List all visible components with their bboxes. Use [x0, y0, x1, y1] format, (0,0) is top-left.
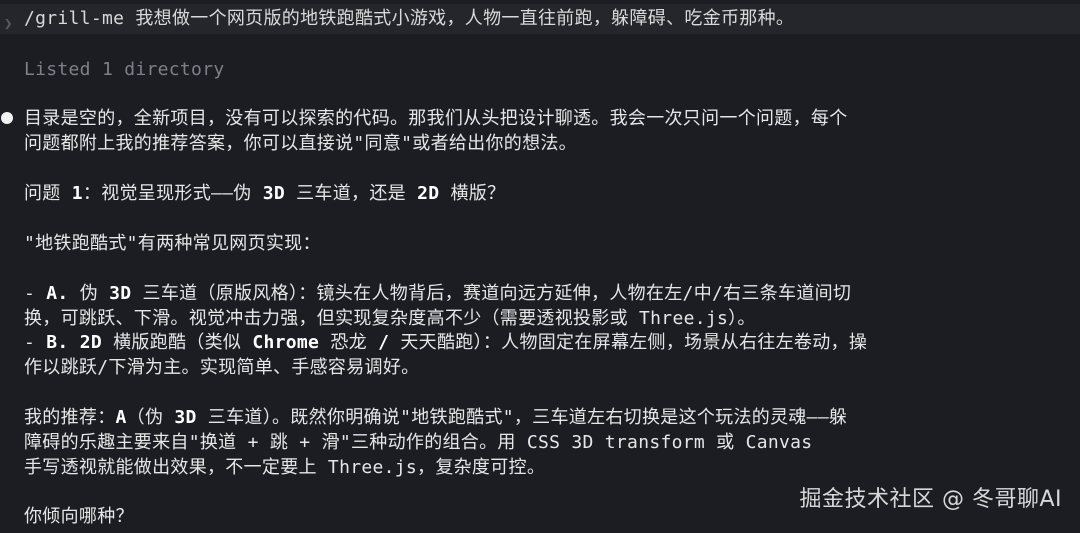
prompt-chevron-icon: ❯: [4, 16, 13, 32]
closing-question: 你倾向哪种？: [24, 506, 134, 527]
recommendation-line-1: 我的推荐：A（伪 3D 三车道）。既然你明确说"地铁跑酷式"，三车道左右切换是这…: [24, 407, 848, 428]
terminal-window: ❯ /grill-me 我想做一个网页版的地铁跑酷式小游戏，人物一直往前跑，躲障…: [0, 0, 1080, 533]
option-b-line-2: 作以跳跃/下滑为主。实现简单、手感容易调好。: [24, 357, 420, 378]
recommendation-line-2: 障碍的乐趣主要来自"换道 + 跳 + 滑"三种动作的组合。用 CSS 3D tr…: [24, 432, 813, 453]
user-prompt-text: /grill-me 我想做一个网页版的地铁跑酷式小游戏，人物一直往前跑，躲障碍、…: [24, 8, 795, 29]
watermark: 掘金技术社区 @ 冬哥聊AI: [799, 487, 1062, 512]
response-intro-line-2: 问题都附上我的推荐答案，你可以直接说"同意"或者给出你的想法。: [24, 133, 577, 154]
recommendation-line-3: 手写透视就能做出效果，不一定要上 Three.js，复杂度可控。: [24, 457, 546, 478]
assistant-bullet-icon: [1, 112, 13, 124]
option-b-line-1: - B. 2D 横版跑酷（类似 Chrome 恐龙 / 天天酷跑）：人物固定在屏…: [24, 332, 868, 353]
response-intro-line-1: 目录是空的，全新项目，没有可以探索的代码。那我们从头把设计聊透。我会一次只问一个…: [24, 108, 848, 129]
tool-result-text: Listed 1 directory: [24, 59, 225, 80]
question-heading: 问题 1：视觉呈现形式——伪 3D 三车道，还是 2D 横版？: [24, 183, 506, 204]
option-a-line-2: 换，可跳跃、下滑。视觉冲击力强，但实现复杂度高不少（需要透视投影或 Three.…: [24, 308, 756, 329]
question-context: "地铁跑酷式"有两种常见网页实现：: [24, 233, 321, 254]
option-a-line-1: - A. 伪 3D 三车道（原版风格）：镜头在人物背后，赛道向远方延伸，人物在左…: [24, 283, 852, 304]
